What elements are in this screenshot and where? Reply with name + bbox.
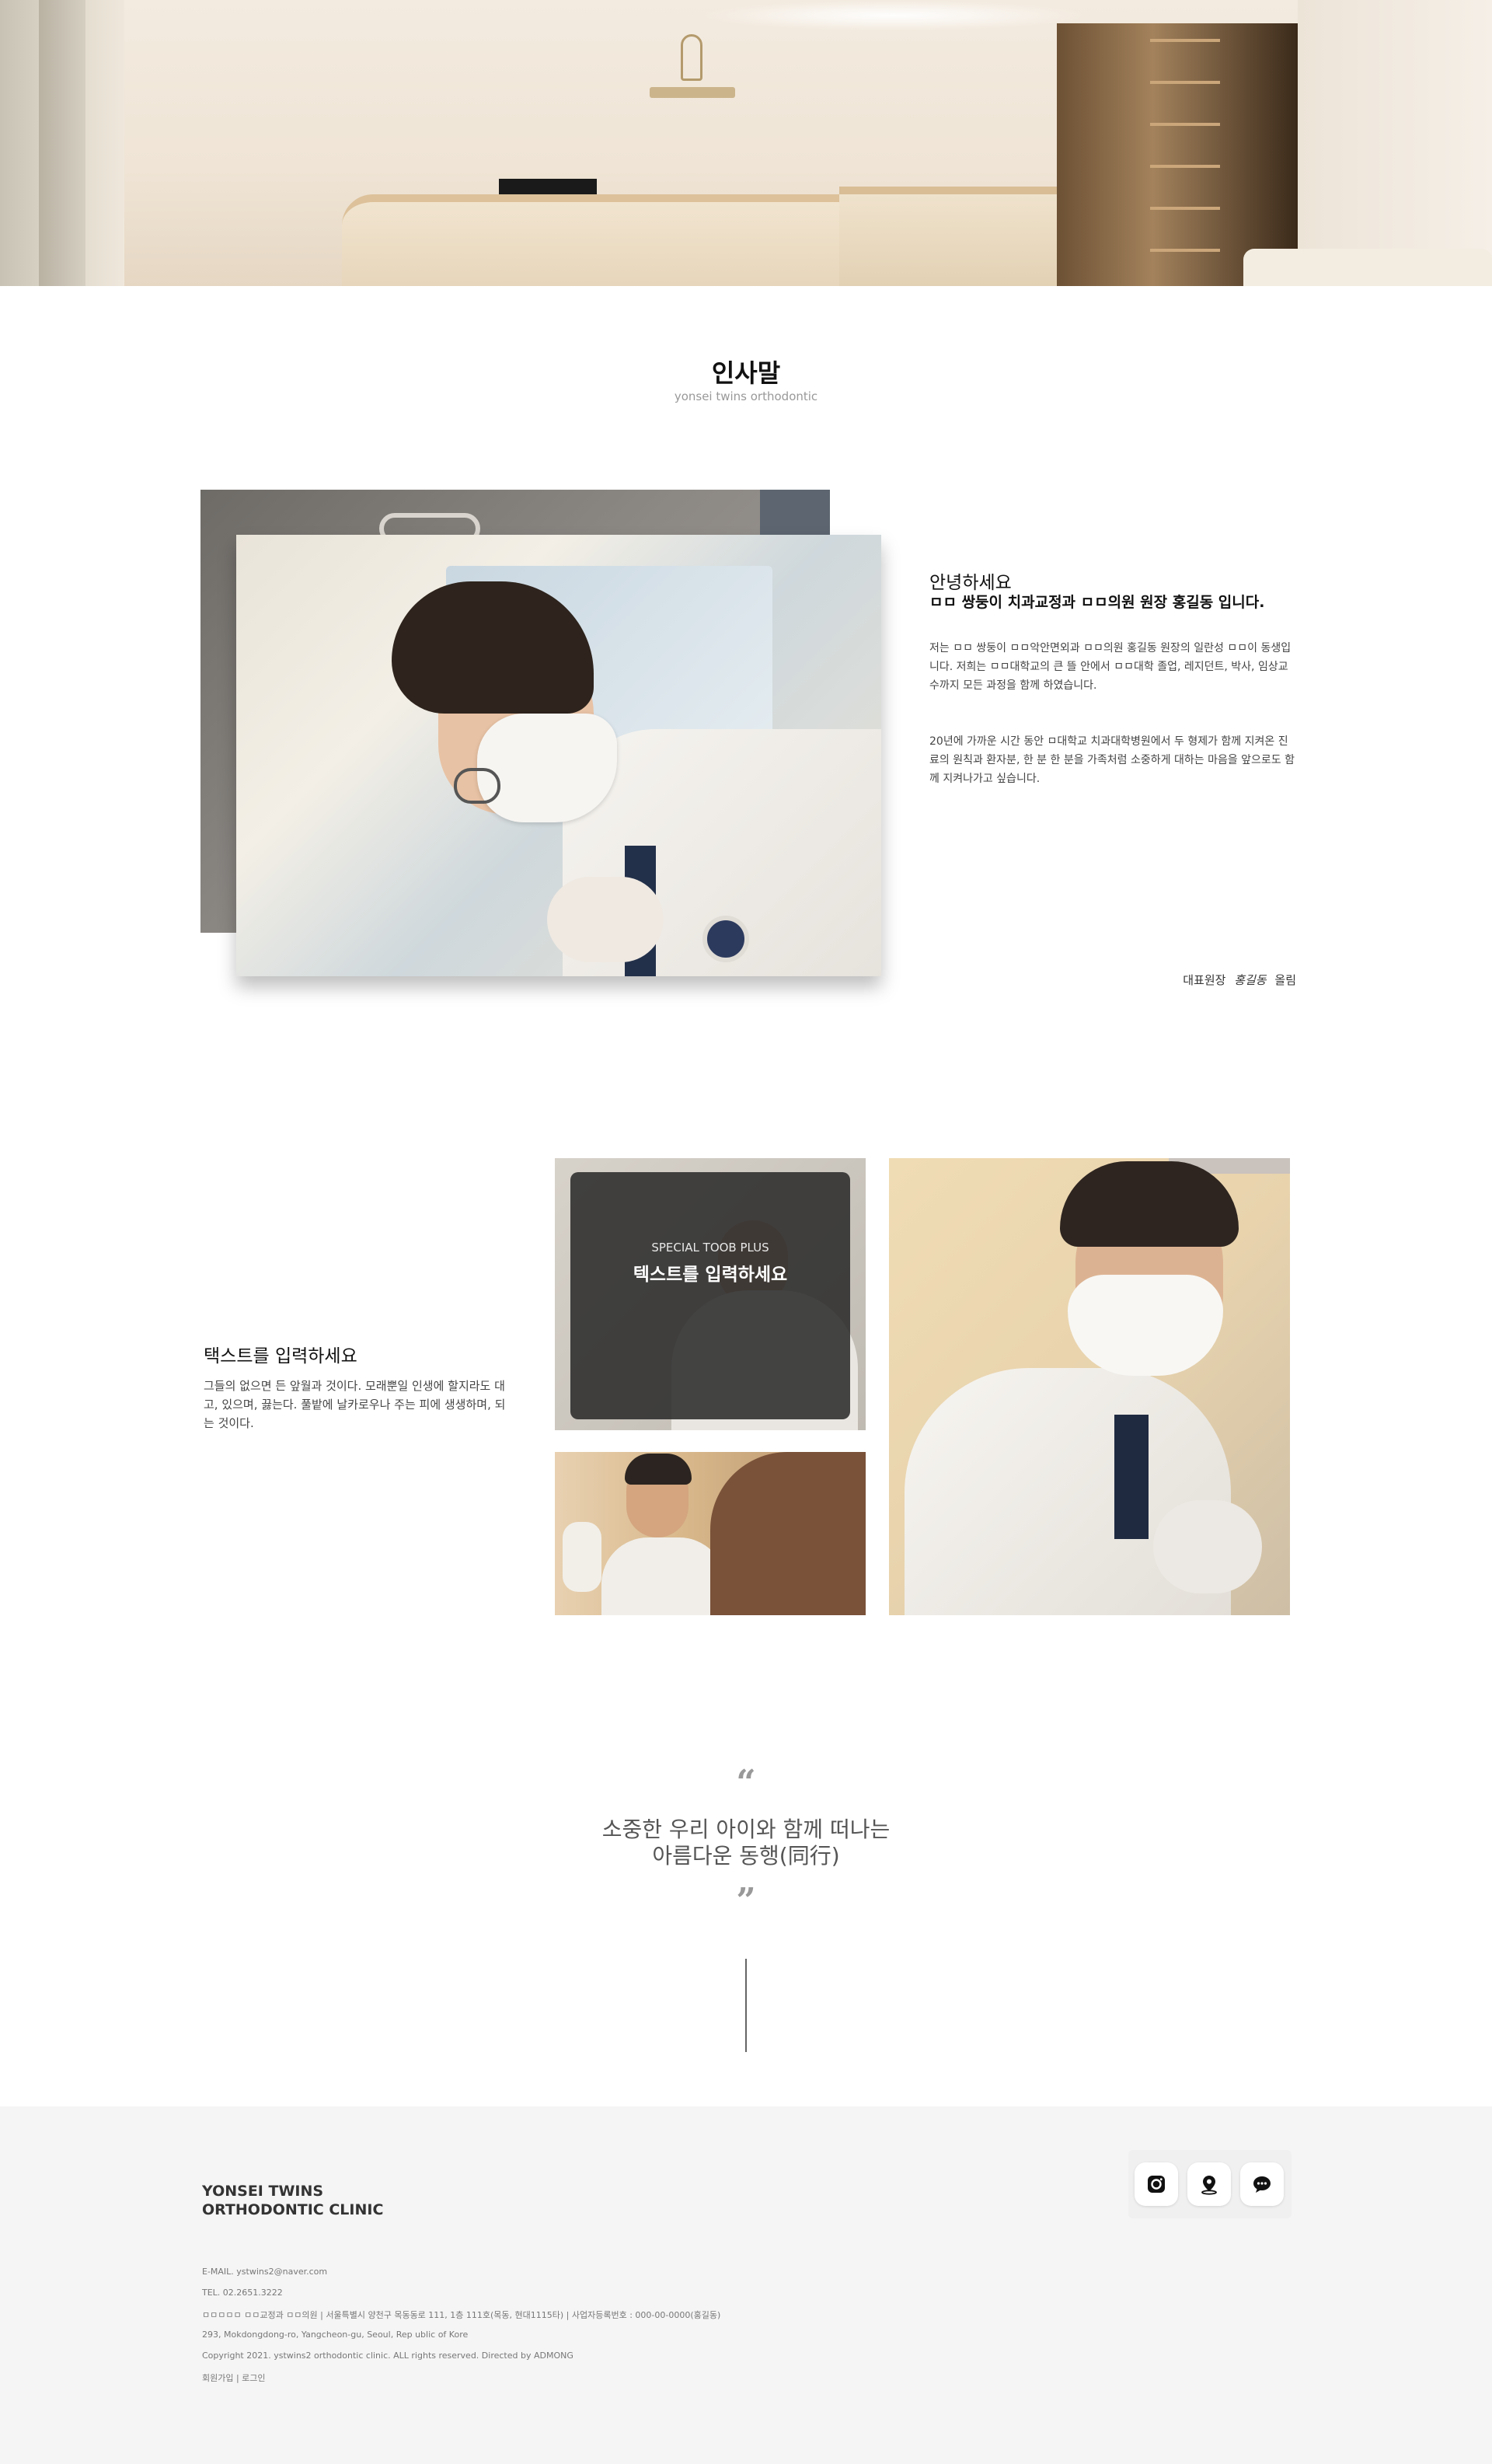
clinic-logo-sign xyxy=(650,87,735,98)
greeting-paragraph: 저는 ㅁㅁ 쌍둥이 ㅁㅁ악안면외과 ㅁㅁ의원 홍길동 원장의 일란성 ㅁㅁ이 동… xyxy=(929,642,1292,692)
footer-brand: ORTHODONTIC CLINIC xyxy=(202,2201,384,2218)
doctor-portrait-photo xyxy=(889,1158,1290,1615)
open-quote-icon: “ xyxy=(736,1763,756,1803)
quote-line: 아름다운 동행(同行) xyxy=(652,1843,840,1869)
feature-card[interactable]: SPECIAL TOOB PLUS 텍스트를 입력하세요 xyxy=(555,1158,866,1430)
instagram-button[interactable] xyxy=(1135,2162,1178,2206)
hero-wall-right xyxy=(1298,0,1492,286)
signature-name: 홍길동 xyxy=(1234,973,1267,987)
hair-shape xyxy=(1060,1161,1239,1247)
footer: YONSEI TWINS ORTHODONTIC CLINIC E-MAIL. … xyxy=(0,2106,1492,2464)
hero-banner-image xyxy=(0,0,1492,286)
hero-sofa xyxy=(1243,249,1492,286)
section-title: 인사말 xyxy=(711,358,781,388)
footer-tel: TEL. 02.2651.3222 xyxy=(202,2288,283,2298)
photo-badge xyxy=(702,916,749,962)
map-pin-icon xyxy=(1201,2176,1217,2195)
glove-shape xyxy=(1153,1500,1262,1593)
patient-shape xyxy=(710,1452,866,1615)
map-button[interactable] xyxy=(1187,2162,1231,2206)
greeting-hello: 안녕하세요 xyxy=(929,573,1012,593)
hero-ceiling-light xyxy=(699,0,1088,31)
footer-social-icons xyxy=(1128,2150,1292,2218)
footer-member-links[interactable]: 회원가입 | 로그인 xyxy=(202,2372,266,2384)
feature-card-overlay: SPECIAL TOOB PLUS 텍스트를 입력하세요 xyxy=(570,1172,850,1419)
photo-mask xyxy=(477,714,617,822)
vertical-divider xyxy=(745,1959,747,2052)
screen-shape xyxy=(760,490,830,536)
photo-glove xyxy=(547,877,664,962)
close-quote-icon: ” xyxy=(736,1881,756,1921)
greeting-paragraph: 20년에 가까운 시간 동안 ㅁ대학교 치과대학병원에서 두 형제가 함께 지켜… xyxy=(929,735,1295,785)
feature-card-subtitle: SPECIAL TOOB PLUS xyxy=(651,1241,769,1255)
light-shape xyxy=(563,1522,601,1592)
footer-address-kr: ㅁㅁㅁㅁㅁ ㅁㅁ교정과 ㅁㅁ의원 | 서울특별시 양천구 목동동로 111, 1… xyxy=(202,2310,721,2320)
hero-pillar xyxy=(39,0,85,286)
greeting-signature: 대표원장 홍길동 올림 xyxy=(1183,972,1296,988)
doctor-photo xyxy=(236,535,881,976)
photo-loupe xyxy=(454,768,500,804)
hero-shelf-rows xyxy=(1150,39,1220,257)
feature-card-title: 텍스트를 입력하세요 xyxy=(633,1265,788,1285)
reception-desk xyxy=(342,194,839,286)
instagram-icon xyxy=(1148,2176,1165,2193)
feature-body: 그들의 없으면 든 앞월과 것이다. 모래뿐일 인생에 할지라도 대고, 있으며… xyxy=(204,1379,506,1430)
footer-brand: YONSEI TWINS xyxy=(202,2183,324,2200)
footer-address-en: 293, Mokdongdong-ro, Yangcheon-gu, Seoul… xyxy=(202,2330,469,2340)
footer-copyright: Copyright 2021. ystwins2 orthodontic cli… xyxy=(202,2351,573,2361)
mask-shape xyxy=(1068,1275,1223,1376)
tie-shape xyxy=(1114,1415,1149,1539)
clinic-logo-mark xyxy=(681,34,702,81)
footer-email: E-MAIL. ystwins2@naver.com xyxy=(202,2267,328,2277)
section-subtitle: yonsei twins orthodontic xyxy=(674,389,818,403)
chat-button[interactable] xyxy=(1240,2162,1284,2206)
hair-shape xyxy=(625,1454,692,1485)
signature-prefix: 대표원장 xyxy=(1183,973,1226,987)
consultation-photo xyxy=(555,1452,866,1615)
greeting-headline: ㅁㅁ 쌍둥이 치과교정과 ㅁㅁ의원 원장 홍길동 입니다. xyxy=(929,594,1265,611)
signature-suffix: 올림 xyxy=(1274,973,1296,987)
coat-shape xyxy=(601,1537,726,1615)
feature-title: 택스트를 입력하세요 xyxy=(204,1346,357,1366)
chat-icon xyxy=(1253,2176,1271,2193)
